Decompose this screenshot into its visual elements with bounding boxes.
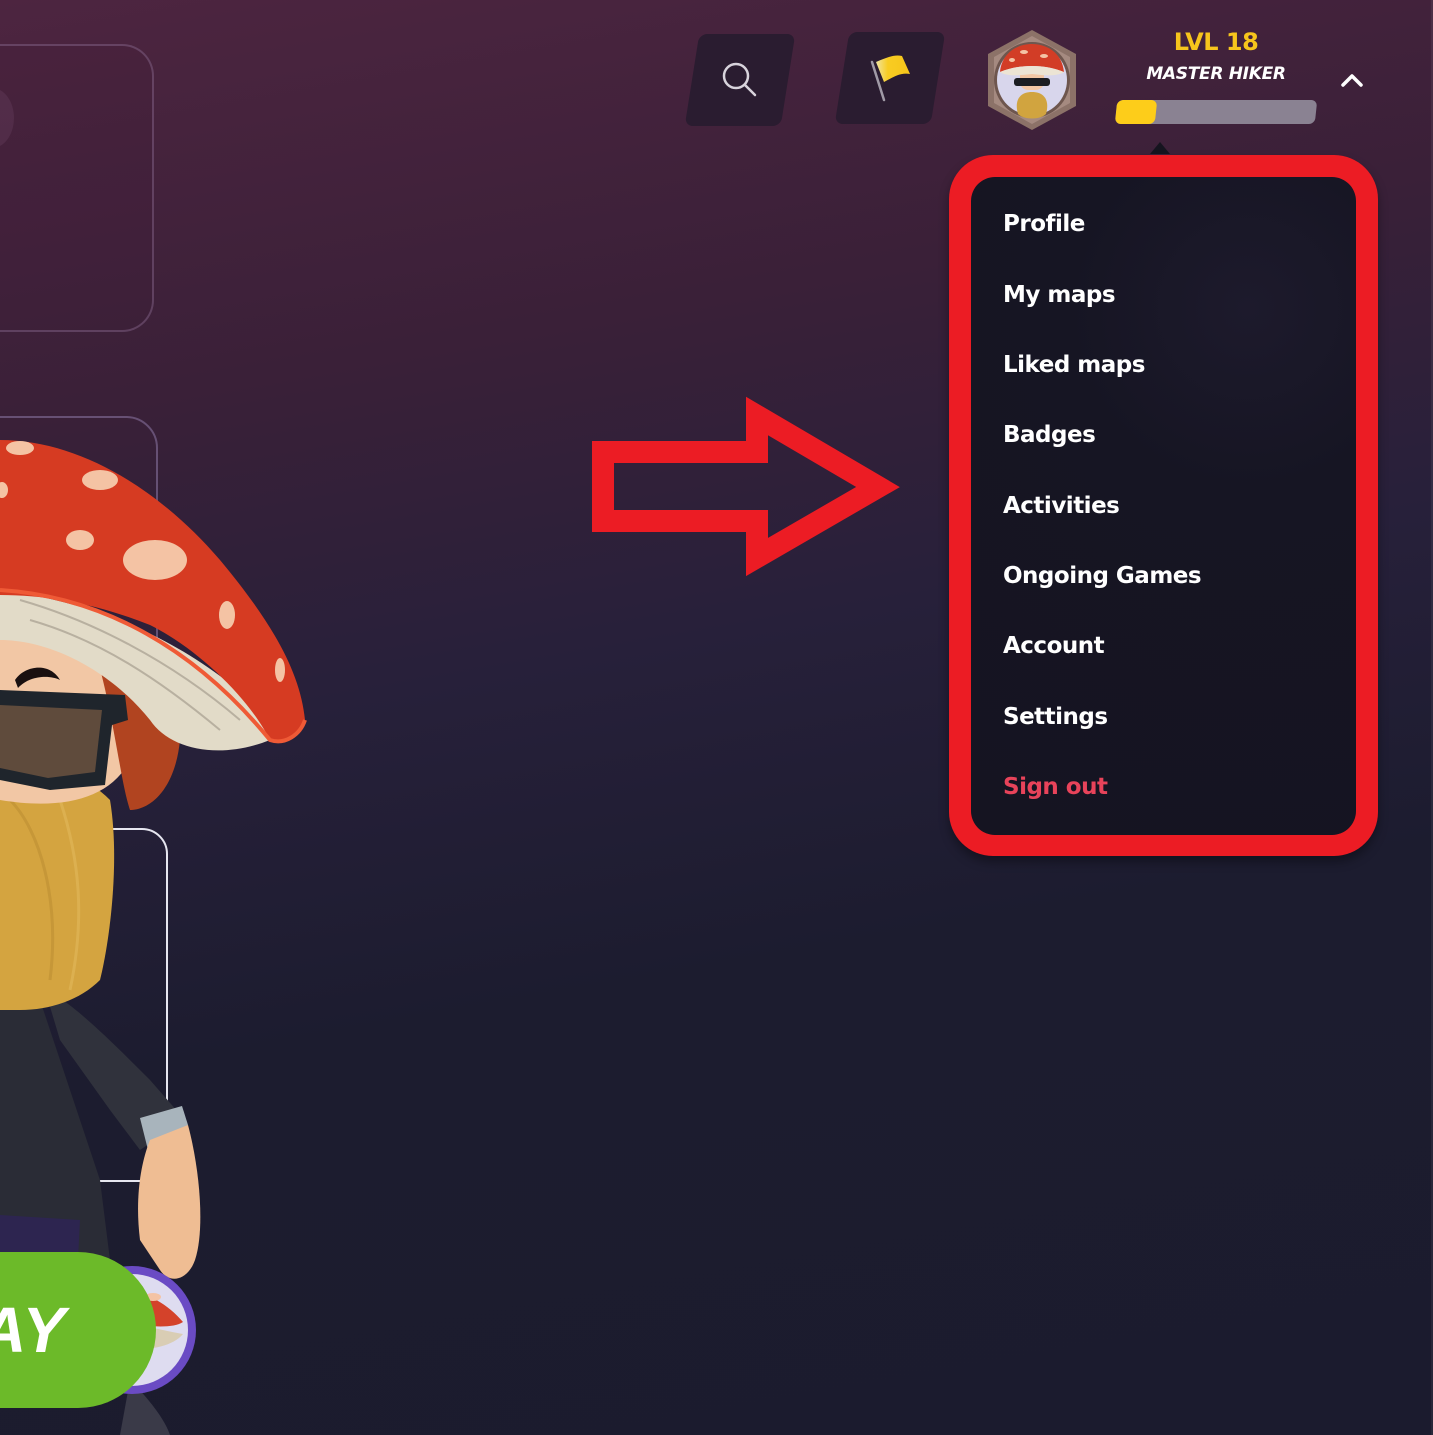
- search-icon: [722, 62, 757, 97]
- menu-item-badges[interactable]: Badges: [1003, 422, 1096, 448]
- mushroom-spot: [123, 540, 187, 580]
- profile-avatar[interactable]: [984, 28, 1080, 132]
- mushroom-spot: [6, 441, 34, 455]
- menu-item-liked-maps[interactable]: Liked maps: [1003, 352, 1145, 378]
- flag-button[interactable]: [834, 32, 946, 124]
- menu-item-account[interactable]: Account: [1003, 633, 1105, 659]
- chevron-up-icon: [1341, 74, 1363, 87]
- character-hand: [138, 1125, 201, 1279]
- level-label: LVL 18: [1173, 28, 1259, 56]
- menu-item-profile[interactable]: Profile: [1003, 211, 1085, 237]
- menu-item-ongoing-games[interactable]: Ongoing Games: [1003, 563, 1202, 589]
- flag-icon: [870, 55, 910, 102]
- menu-item-activities[interactable]: Activities: [1003, 493, 1120, 519]
- search-button[interactable]: [684, 34, 796, 126]
- rank-title: MASTER HIKER: [1146, 64, 1286, 84]
- play-button-label: AY: [0, 1294, 67, 1366]
- menu-item-my-maps[interactable]: My maps: [1003, 282, 1116, 308]
- mushroom-spot: [219, 601, 235, 629]
- menu-item-settings[interactable]: Settings: [1003, 704, 1108, 730]
- profile-dropdown-menu: Profile My maps Liked maps Badges Activi…: [971, 177, 1356, 835]
- collapse-menu-button[interactable]: [1336, 66, 1368, 94]
- dropdown-caret: [1150, 142, 1170, 154]
- mushroom-spot: [275, 658, 285, 682]
- annotation-arrow-icon: [592, 396, 900, 577]
- play-button[interactable]: AY: [0, 1252, 156, 1408]
- side-card: [0, 44, 154, 332]
- menu-item-sign-out[interactable]: Sign out: [1003, 774, 1108, 800]
- mushroom-spot: [82, 470, 118, 490]
- xp-progress-bar: [1114, 100, 1318, 124]
- mushroom-spot: [66, 530, 94, 550]
- xp-progress-fill: [1114, 100, 1158, 124]
